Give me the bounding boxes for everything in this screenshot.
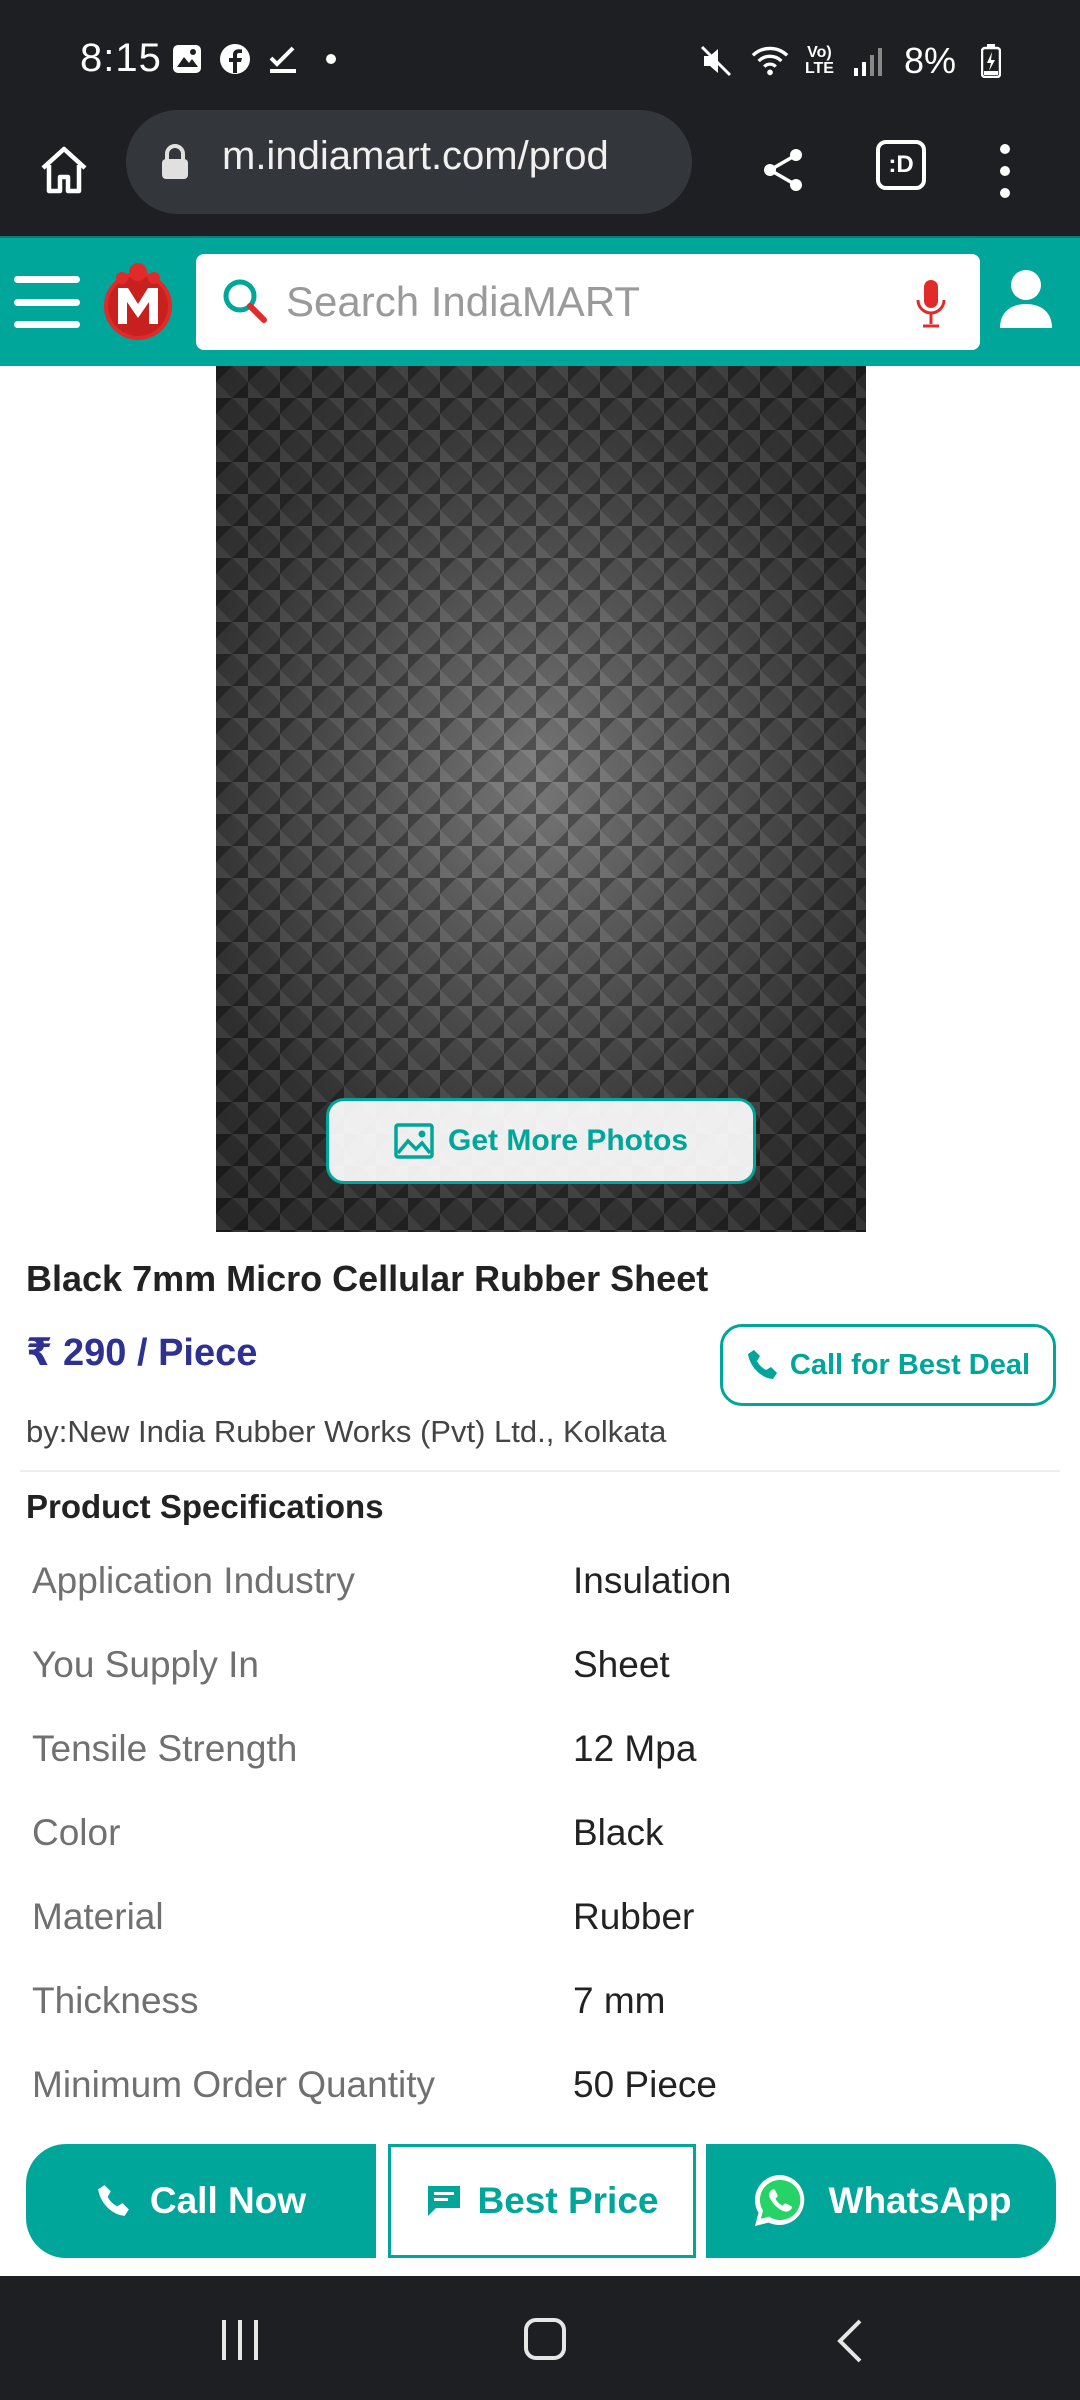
phone-icon bbox=[97, 2185, 129, 2216]
browser-menu-button[interactable] bbox=[990, 138, 1020, 204]
call-for-best-deal-label: Call for Best Deal bbox=[789, 1348, 1031, 1381]
best-price-button[interactable]: Best Price bbox=[388, 2144, 696, 2258]
menu-dot bbox=[1000, 166, 1010, 176]
battery-charging-icon bbox=[972, 42, 1010, 80]
get-more-photos-label: Get More Photos bbox=[447, 1124, 688, 1157]
spec-row: Tensile Strength 12 Mpa bbox=[32, 1728, 1052, 1788]
menu-dot bbox=[1000, 188, 1010, 198]
spec-value: Sheet bbox=[573, 1644, 670, 1685]
dot-icon bbox=[314, 42, 348, 76]
notification-icons bbox=[170, 42, 348, 76]
volte-indicator: Vo) LTE bbox=[805, 45, 834, 77]
divider bbox=[20, 1470, 1060, 1472]
call-now-button[interactable]: Call Now bbox=[26, 2144, 376, 2258]
spec-key: Minimum Order Quantity bbox=[32, 2064, 435, 2105]
volte-label: Vo) bbox=[807, 44, 832, 61]
specifications-title: Product Specifications bbox=[26, 1488, 384, 1525]
spec-value: Rubber bbox=[573, 1896, 695, 1937]
seller-info[interactable]: by:New India Rubber Works (Pvt) Ltd., Ko… bbox=[26, 1414, 666, 1450]
browser-home-button[interactable] bbox=[34, 140, 94, 200]
whatsapp-button[interactable]: WhatsApp bbox=[706, 2144, 1056, 2258]
share-button[interactable] bbox=[752, 138, 816, 202]
recents-line bbox=[238, 2320, 242, 2360]
status-bar: 8:15 Vo) LTE 8% bbox=[0, 0, 1080, 118]
recent-apps-button[interactable] bbox=[222, 2320, 258, 2360]
hamburger-line bbox=[14, 276, 80, 283]
spec-value: 12 Mpa bbox=[573, 1728, 697, 1769]
spec-value: Black bbox=[573, 1812, 664, 1853]
spec-key: Tensile Strength bbox=[32, 1728, 298, 1769]
spec-row: Material Rubber bbox=[32, 1896, 1052, 1956]
user-account-icon[interactable] bbox=[996, 268, 1056, 335]
home-icon bbox=[41, 146, 87, 194]
url-text: m.indiamart.com/prod bbox=[222, 134, 609, 178]
logo-icon bbox=[104, 263, 172, 340]
system-home-button[interactable] bbox=[524, 2318, 566, 2360]
spec-row: Color Black bbox=[32, 1812, 1052, 1872]
spec-key: Color bbox=[32, 1812, 121, 1853]
tabs-button[interactable]: :D bbox=[876, 140, 926, 190]
hamburger-line bbox=[14, 298, 80, 306]
hamburger-menu-button[interactable] bbox=[14, 276, 80, 328]
spec-row: You Supply In Sheet bbox=[32, 1644, 1052, 1704]
hamburger-line bbox=[14, 321, 80, 328]
address-bar[interactable]: m.indiamart.com/prod bbox=[126, 110, 692, 214]
menu-dot bbox=[1000, 144, 1010, 154]
product-title: Black 7mm Micro Cellular Rubber Sheet bbox=[26, 1258, 709, 1299]
recents-line bbox=[222, 2320, 226, 2360]
tabs-icon: :D bbox=[888, 151, 914, 178]
wifi-icon bbox=[751, 42, 789, 80]
system-status-icons: Vo) LTE 8% bbox=[697, 40, 1010, 82]
recents-line bbox=[254, 2320, 258, 2360]
call-now-label: Call Now bbox=[149, 2180, 307, 2221]
product-price: ₹ 290 / Piece bbox=[26, 1332, 258, 1374]
spec-row: Application Industry Insulation bbox=[32, 1560, 1052, 1620]
image-icon bbox=[394, 1123, 434, 1159]
spec-row: Minimum Order Quantity 50 Piece bbox=[32, 2064, 1052, 2124]
task-notification-icon bbox=[266, 42, 300, 76]
facebook-notification-icon bbox=[218, 42, 252, 76]
search-bar[interactable] bbox=[196, 254, 980, 350]
site-header bbox=[0, 236, 1080, 366]
search-icon bbox=[220, 276, 270, 331]
spec-row: Thickness 7 mm bbox=[32, 1980, 1052, 2040]
browser-toolbar: m.indiamart.com/prod :D bbox=[0, 110, 1080, 236]
call-for-best-deal-button[interactable]: Call for Best Deal bbox=[720, 1324, 1056, 1406]
spec-key: Application Industry bbox=[32, 1560, 355, 1601]
mute-icon bbox=[697, 42, 735, 80]
spec-key: You Supply In bbox=[32, 1644, 259, 1685]
spec-value: Insulation bbox=[573, 1560, 732, 1601]
phone-icon bbox=[747, 1350, 777, 1379]
message-icon bbox=[427, 2186, 460, 2216]
gallery-notification-icon bbox=[170, 42, 204, 76]
back-icon bbox=[837, 2319, 862, 2363]
spec-value: 7 mm bbox=[573, 1980, 666, 2021]
bottom-action-bar: Call Now Best Price WhatsApp bbox=[0, 2140, 1080, 2274]
lte-label: LTE bbox=[804, 60, 834, 77]
battery-percent: 8% bbox=[903, 40, 956, 81]
whatsapp-icon bbox=[754, 2175, 804, 2226]
share-icon bbox=[764, 149, 802, 191]
microphone-icon[interactable] bbox=[914, 278, 948, 335]
spec-key: Thickness bbox=[32, 1980, 199, 2021]
get-more-photos-button[interactable]: Get More Photos bbox=[326, 1098, 756, 1184]
whatsapp-label: WhatsApp bbox=[828, 2180, 1012, 2221]
best-price-label: Best Price bbox=[477, 2180, 659, 2221]
back-button[interactable] bbox=[834, 2318, 864, 2369]
system-navigation-bar bbox=[0, 2276, 1080, 2400]
spec-key: Material bbox=[32, 1896, 164, 1937]
spec-value: 50 Piece bbox=[573, 2064, 717, 2105]
indiamart-logo[interactable] bbox=[98, 260, 178, 344]
search-input[interactable] bbox=[286, 276, 846, 328]
status-time: 8:15 bbox=[80, 36, 162, 80]
signal-icon bbox=[850, 42, 888, 80]
lock-icon bbox=[160, 144, 190, 185]
